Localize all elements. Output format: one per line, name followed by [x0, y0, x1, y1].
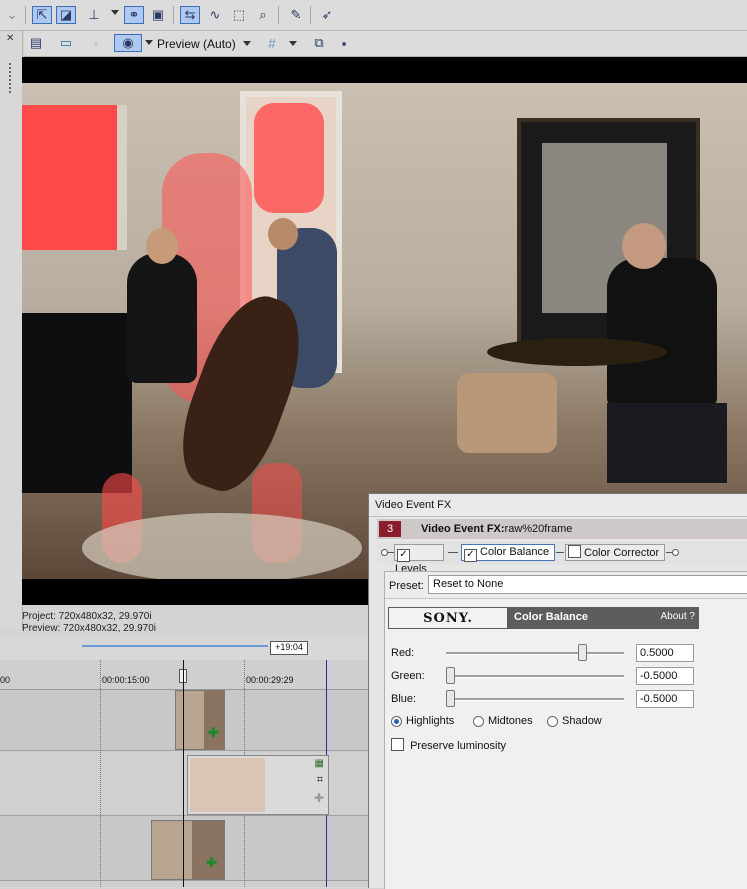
- grip-icon[interactable]: [9, 63, 14, 93]
- tick-label: 00: [0, 675, 11, 685]
- split-screen-icon[interactable]: ◦: [86, 34, 106, 52]
- fx-header: 3 Video Event FX:raw%20frame: [377, 519, 747, 539]
- fx-chain: ✓Levels ✓ Color Balance Color Corrector: [377, 542, 747, 575]
- save-snapshot-icon[interactable]: ▪: [334, 34, 354, 52]
- loop-region-length: +19:04: [270, 641, 308, 655]
- crop-icon[interactable]: ⌗: [317, 774, 323, 787]
- radio-dot[interactable]: [547, 715, 558, 727]
- pan-crop-icon[interactable]: ✚: [206, 855, 217, 871]
- selection-box-icon[interactable]: ⬚: [229, 6, 249, 24]
- chevron-down-icon[interactable]: ⌄: [2, 6, 22, 24]
- overlays-grid-icon[interactable]: #: [262, 34, 282, 52]
- levels-checkbox[interactable]: ✓: [397, 549, 410, 562]
- preview-status: Preview: 720x480x32, 29.970i: [22, 623, 156, 634]
- preview-quality-dropdown[interactable]: Preview (Auto): [157, 37, 236, 51]
- zoom-tool-icon[interactable]: ⌕: [253, 6, 273, 24]
- envelope-tool-icon[interactable]: ∿: [205, 6, 225, 24]
- param-label: Green:: [391, 670, 425, 682]
- tone-range-options: Highlights Midtones Shadow: [391, 715, 743, 733]
- plugin-panel: Preset: Reset to None SONY. Color Balanc…: [384, 571, 747, 889]
- lock-envelopes-icon[interactable]: ▣: [148, 6, 168, 24]
- red-value-input[interactable]: 0.5000: [636, 644, 694, 662]
- close-icon[interactable]: ✕: [6, 33, 14, 44]
- green-slider-thumb[interactable]: [446, 667, 455, 684]
- param-label: Red:: [391, 647, 415, 659]
- param-label: Blue:: [391, 693, 417, 705]
- plugin-header: SONY. Color Balance About ?: [388, 607, 699, 629]
- main-toolbar: ⌄ ⇱ ◪ ⊥ ⚭ ▣ ⇆ ∿ ⬚ ⌕ ✎ ➶: [0, 0, 747, 31]
- preserve-luminosity-checkbox[interactable]: [391, 738, 404, 751]
- chain-item-levels[interactable]: ✓Levels: [394, 544, 444, 575]
- playhead-cursor[interactable]: [183, 660, 184, 887]
- normal-edit-tool-icon[interactable]: ⇱: [32, 6, 52, 24]
- chain-item-label: Color Corrector: [584, 547, 660, 559]
- fx-header-value: raw%20frame: [504, 523, 573, 535]
- copy-snapshot-icon[interactable]: ⧉: [309, 34, 329, 52]
- video-event-fx-window: Video Event FX 3 Video Event FX:raw%20fr…: [368, 493, 747, 889]
- project-properties-icon[interactable]: ▤: [26, 34, 46, 52]
- preset-dropdown[interactable]: Reset to None: [428, 575, 747, 594]
- window-titlebar[interactable]: Video Event FX: [369, 494, 747, 517]
- fx-icon[interactable]: ▦: [315, 758, 324, 769]
- radio-midtones[interactable]: Midtones: [473, 715, 533, 727]
- trim-tool-icon[interactable]: ⊥: [84, 6, 104, 24]
- tick-label: 00:00:15:00: [102, 675, 150, 685]
- radio-dot[interactable]: [391, 715, 402, 727]
- preserve-luminosity-label: Preserve luminosity: [410, 740, 507, 752]
- generated-media-clip[interactable]: ▦ ⌗ ✚: [187, 755, 329, 815]
- about-button[interactable]: About ?: [661, 611, 695, 622]
- param-blue: Blue: -0.5000: [391, 690, 743, 708]
- green-slider-track[interactable]: [446, 675, 624, 678]
- pan-crop-icon[interactable]: ✚: [314, 791, 324, 805]
- color-corrector-checkbox[interactable]: [568, 545, 581, 558]
- fx-event-name: Video Event FX:raw%20frame: [421, 523, 572, 535]
- pointer-tool-icon[interactable]: ➶: [317, 6, 337, 24]
- radio-shadow[interactable]: Shadow: [547, 715, 602, 727]
- sony-logo: SONY.: [388, 607, 508, 629]
- docking-grip[interactable]: ✕: [0, 31, 23, 629]
- chain-item-color-corrector[interactable]: Color Corrector: [565, 544, 665, 561]
- auto-ripple-icon[interactable]: ⚭: [124, 6, 144, 24]
- radio-label: Highlights: [406, 715, 455, 727]
- tick-label: 00:00:29:29: [246, 675, 294, 685]
- fx-header-label: Video Event FX:: [421, 523, 505, 535]
- preset-row: Preset: Reset to None: [385, 572, 747, 599]
- pan-crop-icon[interactable]: ✚: [208, 725, 219, 741]
- green-value-input[interactable]: -0.5000: [636, 667, 694, 685]
- preview-toolbar: ▤ ▭ ◦ ◉ Preview (Auto) # ⧉ ▪: [24, 31, 747, 57]
- preserve-luminosity-row: Preserve luminosity: [391, 738, 743, 756]
- red-slider-track[interactable]: [446, 652, 624, 655]
- paint-brush-icon[interactable]: ✎: [286, 6, 306, 24]
- chain-item-label: Color Balance: [480, 546, 550, 558]
- fx-count-badge[interactable]: 3: [379, 521, 401, 537]
- timeline[interactable]: 00 00:00:15:00 00:00:29:29 ✚ ▦ ⌗ ✚ ✚: [0, 660, 370, 887]
- video-fx-icon[interactable]: ◉: [114, 34, 142, 52]
- radio-label: Midtones: [488, 715, 533, 727]
- radio-highlights[interactable]: Highlights: [391, 715, 454, 727]
- blue-value-input[interactable]: -0.5000: [636, 690, 694, 708]
- radio-label: Shadow: [562, 715, 602, 727]
- time-ruler[interactable]: 00 00:00:15:00 00:00:29:29: [0, 669, 370, 690]
- red-slider-thumb[interactable]: [578, 644, 587, 661]
- selection-tool-icon[interactable]: ◪: [56, 6, 76, 24]
- external-monitor-icon[interactable]: ▭: [56, 34, 76, 52]
- project-status: Project: 720x480x32, 29.970i: [22, 611, 152, 622]
- blue-slider-thumb[interactable]: [446, 690, 455, 707]
- plugin-name: Color Balance: [514, 611, 588, 623]
- blue-slider-track[interactable]: [446, 698, 624, 701]
- preset-label: Preset:: [389, 580, 424, 592]
- snap-icon[interactable]: ⇆: [180, 6, 200, 24]
- window-title: Video Event FX: [375, 499, 452, 511]
- param-green: Green: -0.5000: [391, 667, 743, 685]
- color-balance-checkbox[interactable]: ✓: [464, 549, 477, 562]
- chain-end-node: [672, 549, 679, 556]
- chain-item-color-balance[interactable]: ✓ Color Balance: [461, 544, 555, 562]
- radio-dot[interactable]: [473, 715, 484, 727]
- video-event-clip[interactable]: ✚: [151, 820, 225, 880]
- chain-start-node: [381, 549, 388, 556]
- param-red: Red: 0.5000: [391, 644, 743, 662]
